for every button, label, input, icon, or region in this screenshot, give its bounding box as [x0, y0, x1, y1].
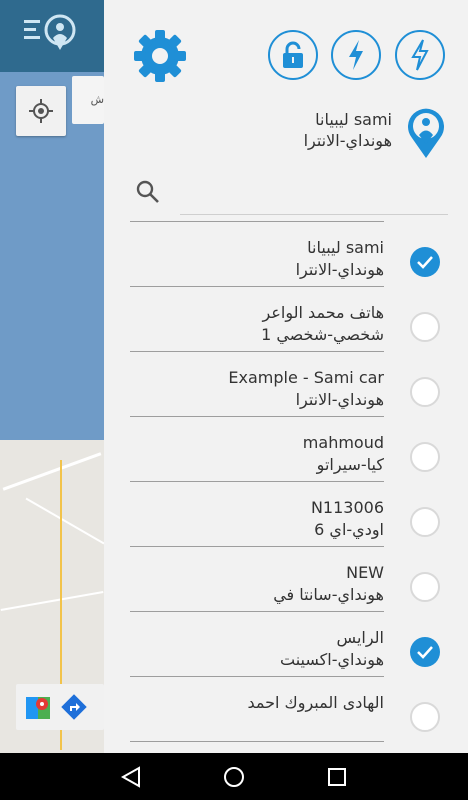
- directions-icon[interactable]: [60, 693, 88, 721]
- lightning-outline-icon: [411, 39, 429, 71]
- recents-icon[interactable]: [325, 765, 349, 789]
- car-item-name: NEW: [346, 563, 384, 582]
- map-chip[interactable]: ش: [72, 76, 104, 124]
- car-item-model: هونداي-الانترا: [295, 260, 384, 279]
- car-item-name: هاتف محمد الواعر: [262, 303, 384, 322]
- selected-car-model: هونداي-الانترا: [303, 131, 392, 150]
- car-selection-drawer: ليبيانا sami هونداي-الانترا - ليبيانا sam…: [104, 0, 468, 753]
- my-location-button[interactable]: [16, 86, 66, 136]
- car-item-name: الهادى المبروك احمد: [247, 693, 384, 712]
- car-item-name: الرايس: [336, 628, 384, 647]
- car-item-model: كيا-سيراتو: [316, 455, 384, 474]
- car-item-texts: الهادى المبروك احمد: [130, 686, 384, 742]
- back-icon[interactable]: [119, 765, 143, 789]
- car-item-texts: N113006 اودي-اي 6: [130, 491, 384, 547]
- car-item-checkbox[interactable]: [410, 702, 440, 732]
- car-item-texts: Example - Sami car هونداي-الانترا: [130, 361, 384, 417]
- search-input[interactable]: [180, 172, 448, 215]
- car-item-name: N113006: [310, 498, 384, 517]
- selected-car-info: ليبيانا sami هونداي-الانترا: [304, 110, 392, 152]
- car-item-model: شخصي-شخصي 1: [261, 325, 384, 344]
- power-on-button[interactable]: [331, 30, 381, 80]
- car-list-item[interactable]: الرايس هونداي-اكسينت: [104, 621, 468, 686]
- car-item-model: اودي-اي 6: [314, 520, 384, 539]
- google-maps-icon[interactable]: [24, 693, 52, 721]
- gear-icon[interactable]: [132, 28, 188, 84]
- car-list-item[interactable]: mahmoud كيا-سيراتو: [104, 426, 468, 491]
- home-icon[interactable]: [222, 765, 246, 789]
- car-item-texts: هاتف محمد الواعر شخصي-شخصي 1: [130, 296, 384, 352]
- car-list-item[interactable]: -: [104, 216, 468, 231]
- car-item-checkbox[interactable]: [410, 377, 440, 407]
- lock-icon: [283, 41, 303, 68]
- car-item-texts: mahmoud كيا-سيراتو: [130, 426, 384, 482]
- car-item-checkbox[interactable]: [410, 572, 440, 602]
- car-item-name: Example - Sami car: [228, 368, 384, 387]
- car-list-item[interactable]: ليبيانا sami هونداي-الانترا: [104, 231, 468, 296]
- car-item-model: هونداي-اكسينت: [280, 650, 384, 669]
- crosshair-icon: [29, 99, 53, 123]
- car-item-checkbox[interactable]: [410, 312, 440, 342]
- search-icon: [136, 180, 159, 203]
- system-navigation-bar: [0, 753, 468, 800]
- power-off-button[interactable]: [395, 30, 445, 80]
- car-item-model: [130, 714, 384, 736]
- menu-icon[interactable]: [22, 8, 82, 58]
- location-pin-icon: [408, 108, 444, 158]
- checkmark-icon: [417, 646, 433, 659]
- car-list-item[interactable]: N113006 اودي-اي 6: [104, 491, 468, 556]
- car-item-checkbox[interactable]: [410, 507, 440, 537]
- car-item-name: ليبيانا sami: [307, 238, 384, 257]
- car-item-texts: -: [130, 216, 384, 222]
- car-item-model: هونداي-الانترا: [295, 390, 384, 409]
- car-list: - ليبيانا sami هونداي-الانترا هاتف محمد الو…: [104, 216, 468, 753]
- car-item-texts: الرايس هونداي-اكسينت: [130, 621, 384, 677]
- car-item-model: هونداي-سانتا في: [273, 585, 384, 604]
- car-list-item[interactable]: Example - Sami car هونداي-الانترا: [104, 361, 468, 426]
- checkmark-icon: [417, 256, 433, 269]
- car-item-texts: ليبيانا sami هونداي-الانترا: [130, 231, 384, 287]
- car-list-item[interactable]: الهادى المبروك احمد: [104, 686, 468, 751]
- lock-button[interactable]: [268, 30, 318, 80]
- lightning-icon: [349, 40, 363, 70]
- map-apps-toolbar: [16, 684, 104, 730]
- car-item-name: mahmoud: [302, 433, 384, 452]
- car-list-item[interactable]: هاتف محمد الواعر شخصي-شخصي 1: [104, 296, 468, 361]
- selected-car-name: ليبيانا sami: [315, 110, 392, 129]
- map-toolbar: [0, 0, 104, 72]
- map-view[interactable]: ش: [0, 0, 104, 753]
- car-list-item[interactable]: NEW هونداي-سانتا في: [104, 556, 468, 621]
- car-item-checkbox-checked[interactable]: [410, 247, 440, 277]
- car-item-texts: NEW هونداي-سانتا في: [130, 556, 384, 612]
- car-item-checkbox-checked[interactable]: [410, 637, 440, 667]
- car-item-checkbox[interactable]: [410, 442, 440, 472]
